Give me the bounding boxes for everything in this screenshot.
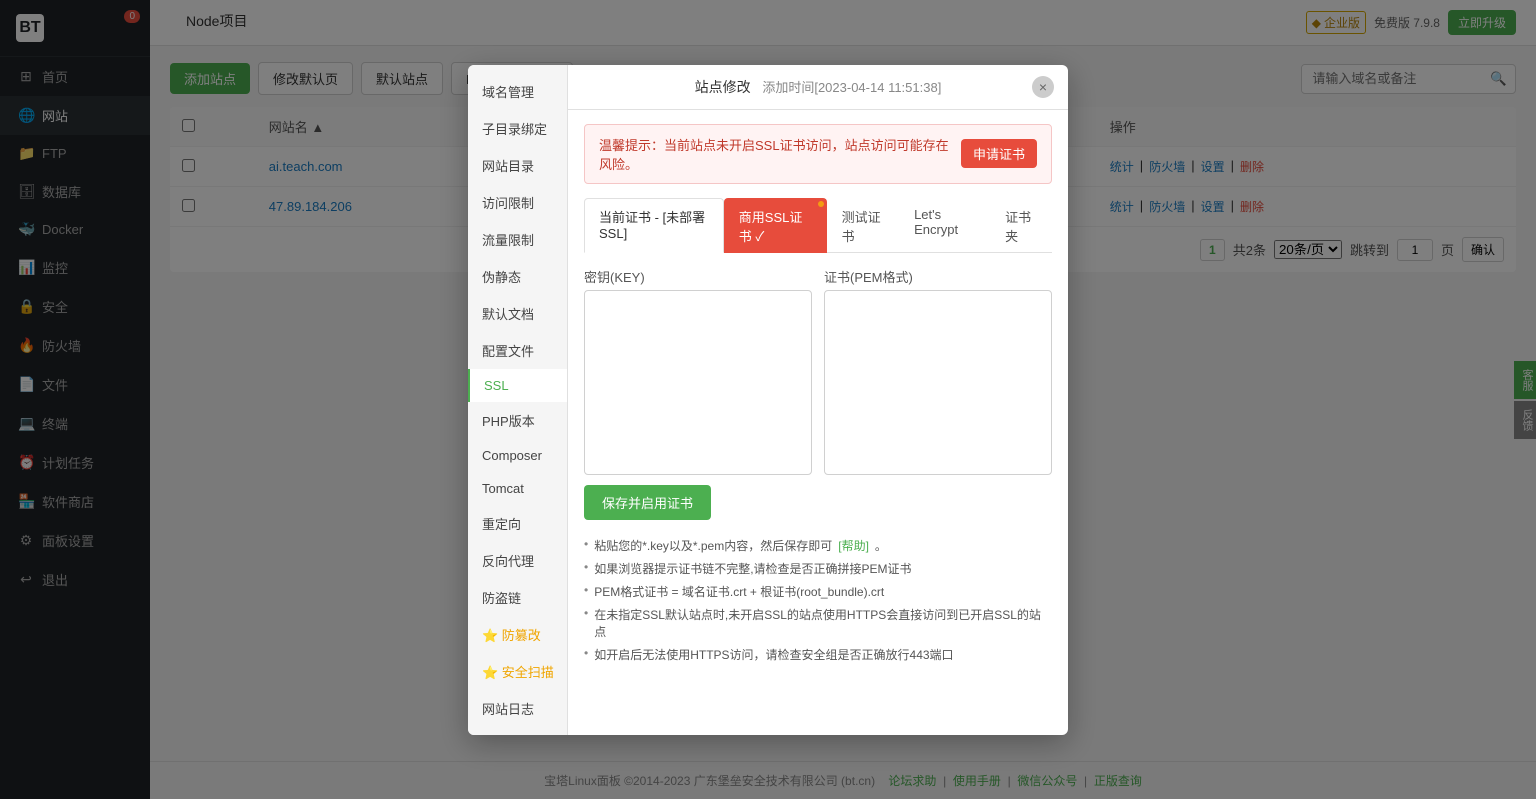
modal-nav-scan[interactable]: ⭐ 安全扫描: [468, 653, 567, 690]
modal-nav-hotlink[interactable]: 防盗链: [468, 579, 567, 616]
ssl-tabs: 当前证书 - [未部署SSL] 商用SSL证书 ✓ 测试证书 Let's Enc…: [584, 198, 1052, 253]
ssl-tips: 粘贴您的*.key以及*.pem内容，然后保存即可[帮助]。如果浏览器提示证书链…: [584, 534, 1052, 666]
site-edit-modal: 域名管理子目录绑定网站目录访问限制流量限制伪静态默认文档配置文件SSLPHP版本…: [468, 65, 1068, 735]
modal-nav-pseudo[interactable]: 伪静态: [468, 258, 567, 295]
key-label: 密钥(KEY): [584, 267, 812, 286]
modal-sidebar: 域名管理子目录绑定网站目录访问限制流量限制伪静态默认文档配置文件SSLPHP版本…: [468, 65, 568, 735]
modal-content-body: 温馨提示：当前站点未开启SSL证书访问，站点访问可能存在风险。 申请证书 当前证…: [568, 110, 1068, 735]
modal-nav-composer[interactable]: Composer: [468, 439, 567, 472]
modal-nav-reverse[interactable]: 反向代理: [468, 542, 567, 579]
ssl-tip-1: 如果浏览器提示证书链不完整,请检查是否正确拼接PEM证书: [584, 557, 1052, 580]
modal-nav-domain[interactable]: 域名管理: [468, 73, 567, 110]
ssl-form: 密钥(KEY) 证书(PEM格式): [584, 267, 1052, 475]
cert-column: 证书(PEM格式): [824, 267, 1052, 475]
modal-nav-tamper[interactable]: ⭐ 防篡改: [468, 616, 567, 653]
modal-nav-tomcat[interactable]: Tomcat: [468, 472, 567, 505]
modal-nav-redirect[interactable]: 重定向: [468, 505, 567, 542]
ssl-tip-4: 如开启后无法使用HTTPS访问，请检查安全组是否正确放行443端口: [584, 643, 1052, 666]
cert-textarea[interactable]: [824, 290, 1052, 475]
tab-commercial-ssl[interactable]: 商用SSL证书 ✓: [724, 198, 827, 253]
ssl-warning-alert: 温馨提示：当前站点未开启SSL证书访问，站点访问可能存在风险。 申请证书: [584, 124, 1052, 184]
modal-nav-php_ver[interactable]: PHP版本: [468, 402, 567, 439]
modal-title: 站点修改 添加时间[2023-04-14 11:51:38]: [695, 77, 942, 97]
modal-nav-access[interactable]: 访问限制: [468, 184, 567, 221]
tab-letsencrypt[interactable]: Let's Encrypt: [899, 198, 990, 253]
modal-nav-log[interactable]: 网站日志: [468, 690, 567, 727]
key-column: 密钥(KEY): [584, 267, 812, 475]
modal-nav-traffic[interactable]: 流量限制: [468, 221, 567, 258]
modal-nav-subdir[interactable]: 子目录绑定: [468, 110, 567, 147]
ssl-tip-2: PEM格式证书 = 域名证书.crt + 根证书(root_bundle).cr…: [584, 580, 1052, 603]
alert-text: 温馨提示：当前站点未开启SSL证书访问，站点访问可能存在风险。: [599, 135, 951, 173]
modal-body: 站点修改 添加时间[2023-04-14 11:51:38] × 温馨提示：当前…: [568, 65, 1068, 735]
modal-nav-ssl[interactable]: SSL: [468, 369, 567, 402]
ssl-tip-0: 粘贴您的*.key以及*.pem内容，然后保存即可[帮助]。: [584, 534, 1052, 557]
key-textarea[interactable]: [584, 290, 812, 475]
modal-nav-default_doc[interactable]: 默认文档: [468, 295, 567, 332]
tab-test-cert[interactable]: 测试证书: [827, 198, 900, 253]
modal-overlay[interactable]: 域名管理子目录绑定网站目录访问限制流量限制伪静态默认文档配置文件SSLPHP版本…: [0, 0, 1536, 799]
modal-nav-webroot[interactable]: 网站目录: [468, 147, 567, 184]
modal-nav-config[interactable]: 配置文件: [468, 332, 567, 369]
ssl-tip-3: 在未指定SSL默认站点时,未开启SSL的站点使用HTTPS会直接访问到已开启SS…: [584, 603, 1052, 643]
cert-label: 证书(PEM格式): [824, 267, 1052, 286]
tab-current-cert[interactable]: 当前证书 - [未部署SSL]: [584, 198, 724, 253]
save-cert-button[interactable]: 保存并启用证书: [584, 485, 711, 520]
apply-cert-button[interactable]: 申请证书: [961, 139, 1037, 168]
tab-certfile[interactable]: 证书夹: [990, 198, 1052, 253]
help-link[interactable]: [帮助]: [838, 537, 869, 554]
modal-header: 站点修改 添加时间[2023-04-14 11:51:38] ×: [568, 65, 1068, 110]
modal-close-button[interactable]: ×: [1032, 76, 1054, 98]
